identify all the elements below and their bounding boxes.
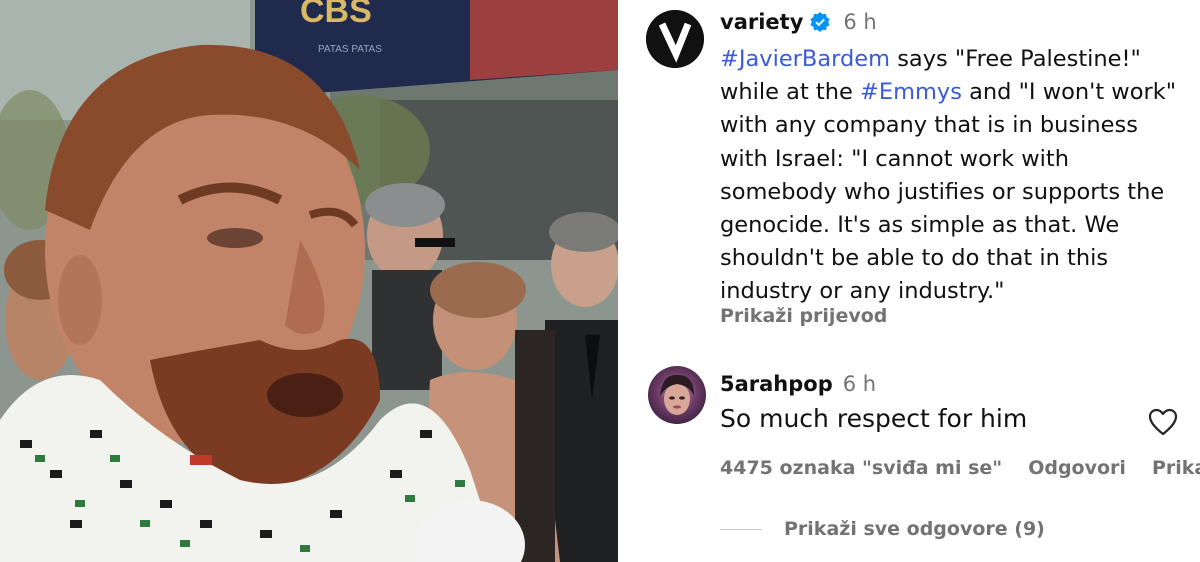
post-header: variety 6 h [720, 10, 877, 34]
comment-text: So much respect for him [720, 404, 1028, 433]
comment-actions: 4475 oznaka "sviđa mi se" Odgovori Prika… [720, 457, 1200, 479]
view-replies-button[interactable]: Prikaži sve odgovore (9) [784, 518, 1045, 540]
commenter-username[interactable]: 5arahpop [720, 372, 833, 396]
comment-likes-count[interactable]: 4475 oznaka "sviđa mi se" [720, 457, 1002, 479]
heart-outline-icon[interactable] [1148, 408, 1178, 436]
post-panel: variety 6 h #JavierBardem says "Free Pal… [618, 0, 1200, 562]
verified-badge-icon [810, 12, 830, 32]
reply-button[interactable]: Odgovori [1028, 457, 1126, 479]
author-username[interactable]: variety [720, 10, 803, 34]
hashtag-link[interactable]: #JavierBardem [720, 46, 890, 72]
commenter-avatar[interactable] [648, 366, 706, 424]
comment-translate-button[interactable]: Prikaži p [1152, 457, 1200, 479]
commenter-avatar-image [660, 374, 694, 415]
variety-logo-icon [646, 10, 704, 68]
view-replies[interactable]: Prikaži sve odgovore (9) [720, 518, 1045, 540]
see-translation-button[interactable]: Prikaži prijevod [720, 305, 887, 327]
author-avatar[interactable] [646, 10, 704, 68]
replies-divider [720, 528, 762, 530]
banner-logo-text: CBS [300, 0, 372, 30]
post-caption: #JavierBardem says "Free Palestine!" whi… [720, 43, 1190, 309]
comment-time: 6 h [842, 372, 877, 396]
post-time: 6 h [843, 10, 877, 34]
media-illustration: CBS PATAS PATAS [0, 0, 618, 562]
comment-header: 5arahpop 6 h [720, 372, 876, 396]
caption-text: and "I won't work" with any company that… [720, 79, 1177, 305]
post-media[interactable]: CBS PATAS PATAS [0, 0, 618, 562]
banner-subtext: PATAS PATAS [318, 44, 382, 55]
hashtag-link[interactable]: #Emmys [860, 79, 962, 105]
